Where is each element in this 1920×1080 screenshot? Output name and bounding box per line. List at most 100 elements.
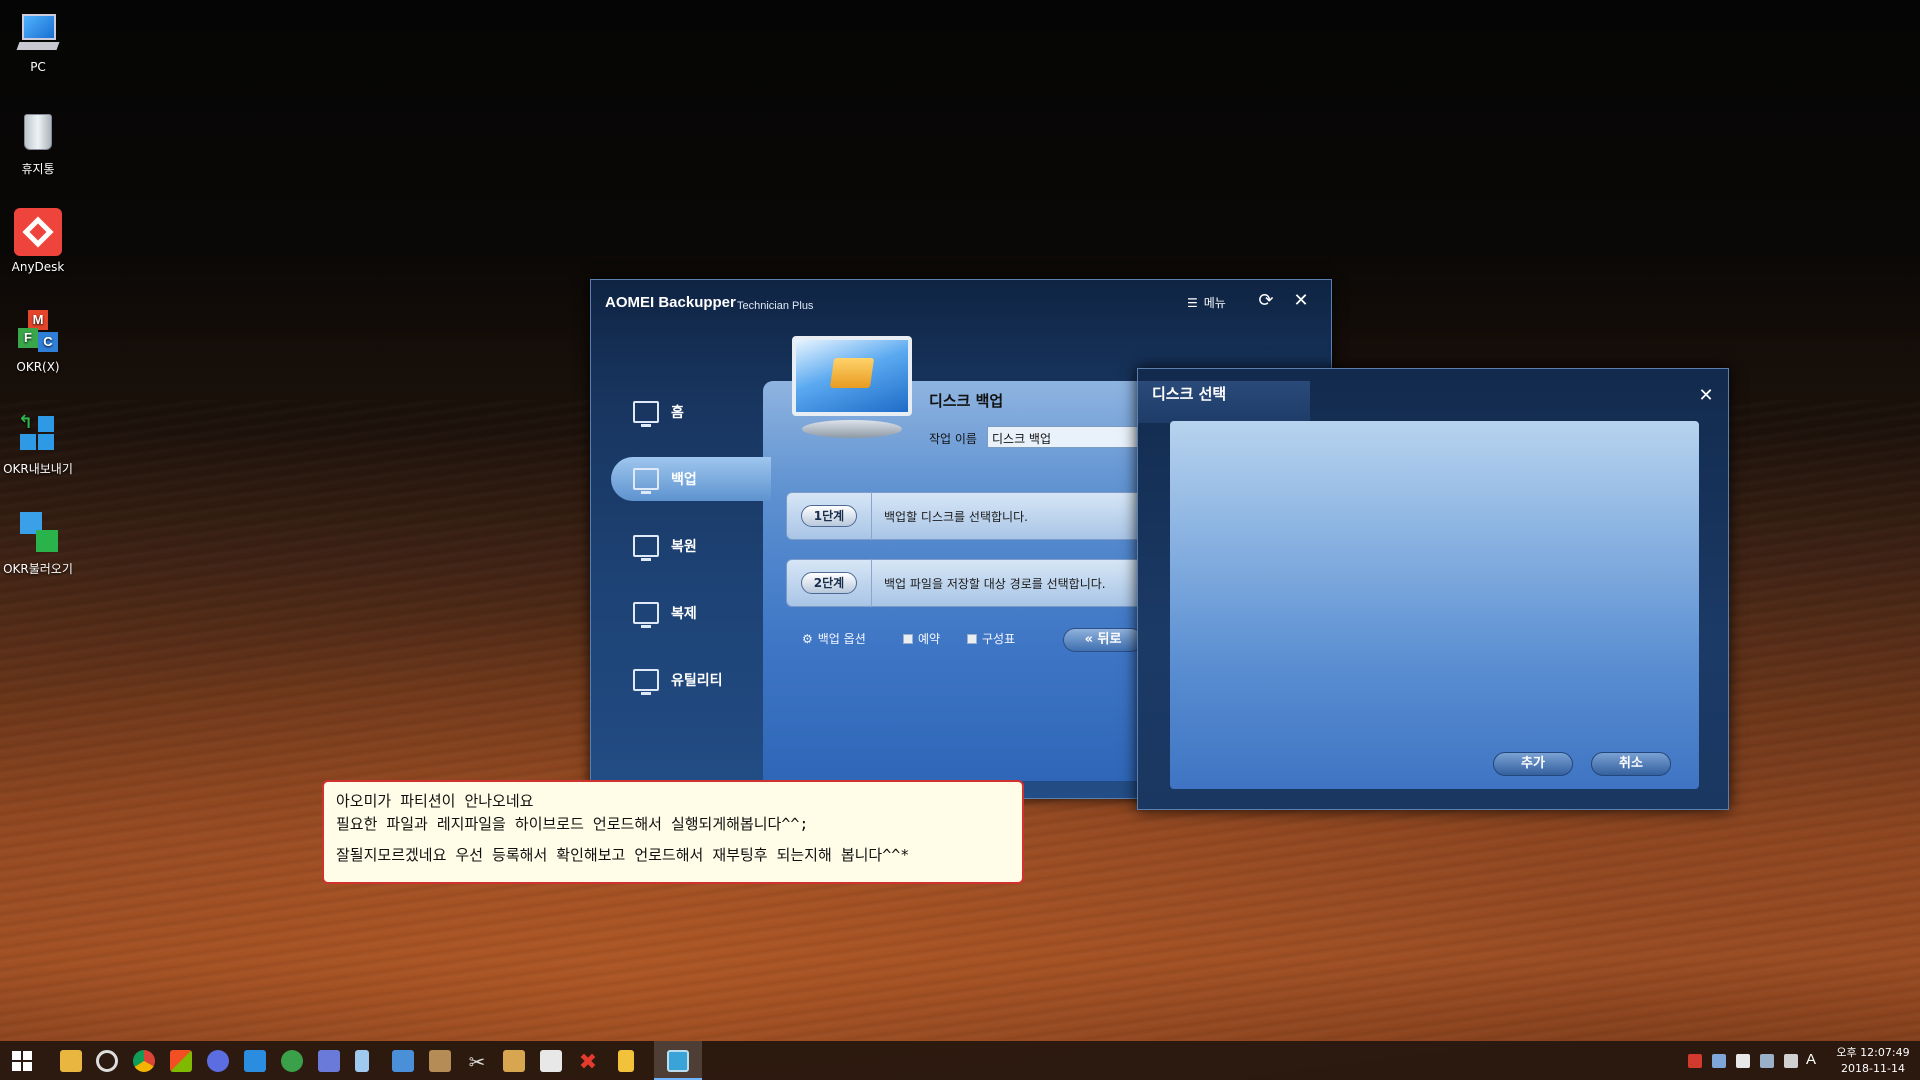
- task-name-input[interactable]: 디스크 백업: [987, 426, 1147, 448]
- tray-network-icon[interactable]: [1712, 1054, 1726, 1068]
- windows-start-icon[interactable]: [12, 1051, 32, 1071]
- window-icon[interactable]: [392, 1050, 414, 1072]
- taskbar-clock[interactable]: 오후 12:07:49 2018-11-14: [1830, 1045, 1916, 1077]
- disk-select-dialog: 디스크 선택 ✕ 추가 취소: [1137, 368, 1729, 810]
- sidebar-item-home[interactable]: 홈: [611, 390, 761, 434]
- disk-list-panel[interactable]: [1170, 421, 1699, 789]
- disk-backup-monitor-icon: [792, 336, 912, 448]
- menu-label: 메뉴: [1203, 296, 1226, 310]
- document-icon[interactable]: [355, 1050, 369, 1072]
- terminal-icon[interactable]: [540, 1050, 562, 1072]
- checkbox-box: [967, 633, 977, 644]
- refresh-icon[interactable]: ⟳: [1255, 290, 1277, 312]
- desktop-icon-okr-x[interactable]: M F C OKR(X): [0, 308, 76, 374]
- back-button[interactable]: « 뒤로: [1063, 628, 1143, 652]
- desktop-icon-okr-export[interactable]: ↰ OKR내보내기: [0, 408, 76, 477]
- utilities-icon: [633, 669, 659, 695]
- note-line: 아오미가 파티션이 안나오네요: [336, 792, 534, 810]
- anydesk-icon: [14, 208, 62, 256]
- divider: [871, 559, 872, 607]
- sidebar-item-restore[interactable]: 복원: [611, 524, 761, 568]
- clock-time: 오후 12:07:49: [1836, 1046, 1910, 1059]
- step-1-row[interactable]: 1단계 백업할 디스크를 선택합니다.: [786, 492, 1166, 540]
- app-icon[interactable]: [244, 1050, 266, 1072]
- gear-icon: ⚙: [802, 631, 813, 646]
- divider: [871, 492, 872, 540]
- desktop-icon-label: OKR내보내기: [3, 462, 73, 476]
- scheme-label: 구성표: [982, 632, 1016, 646]
- app-title: AOMEI Backupper: [605, 294, 736, 311]
- notes-icon[interactable]: [618, 1050, 634, 1072]
- back-label: 뒤로: [1097, 632, 1122, 647]
- add-button[interactable]: 추가: [1493, 752, 1573, 776]
- pc-icon: [14, 8, 62, 56]
- note-line: 필요한 파일과 레지파일을 하이브로드 언로드해서 실행되게해봅니다^^;: [336, 815, 809, 833]
- clone-icon: [633, 602, 659, 628]
- app-edition: Technician Plus: [737, 300, 814, 312]
- note-line: 잘될지모르겠네요 우선 등록해서 확인해보고 언로드해서 재부팅후 되는지해 봅…: [336, 846, 910, 864]
- recycle-bin-icon: [14, 108, 62, 156]
- archive-icon[interactable]: [503, 1050, 525, 1072]
- annotation-note: 아오미가 파티션이 안나오네요 필요한 파일과 레지파일을 하이브로드 언로드해…: [322, 780, 1024, 884]
- sidebar-item-label: 유틸리티: [671, 673, 723, 689]
- task-name-label: 작업 이름: [929, 432, 977, 446]
- sidebar-item-clone[interactable]: 복제: [611, 591, 761, 635]
- sidebar-item-utilities[interactable]: 유틸리티: [611, 658, 761, 702]
- browser-icon[interactable]: [207, 1050, 229, 1072]
- scheme-checkbox[interactable]: 구성표: [967, 630, 1015, 647]
- close-icon[interactable]: ✕: [1290, 290, 1312, 312]
- tray-monitor-icon[interactable]: [1760, 1054, 1774, 1068]
- step-2-text: 백업 파일을 저장할 대상 경로를 선택합니다.: [884, 576, 1106, 591]
- desktop-icon-recycle-bin[interactable]: 휴지통: [0, 108, 76, 177]
- tray-alert-icon[interactable]: [1688, 1054, 1702, 1068]
- chrome-icon[interactable]: [133, 1050, 155, 1072]
- backup-options-link[interactable]: ⚙ 백업 옵션: [802, 630, 866, 647]
- menu-button[interactable]: ☰ 메뉴: [1187, 294, 1226, 311]
- sidebar-item-label: 백업: [671, 472, 697, 488]
- backup-options-label: 백업 옵션: [817, 632, 866, 646]
- export-icon: ↰: [14, 408, 62, 456]
- desktop-icon-pc[interactable]: PC: [0, 8, 76, 74]
- globe-icon[interactable]: [281, 1050, 303, 1072]
- double-chevron-left-icon: «: [1084, 632, 1093, 647]
- network-icon[interactable]: [318, 1050, 340, 1072]
- okr-icon: M F C: [14, 308, 62, 356]
- sidebar-item-label: 복원: [671, 539, 697, 555]
- step-1-text: 백업할 디스크를 선택합니다.: [884, 509, 1028, 524]
- volume-icon[interactable]: [1784, 1054, 1798, 1068]
- backup-icon: [633, 468, 659, 494]
- step-2-row[interactable]: 2단계 백업 파일을 저장할 대상 경로를 선택합니다.: [786, 559, 1166, 607]
- settings-circle-icon[interactable]: [96, 1050, 118, 1072]
- import-icon: [14, 508, 62, 556]
- desktop-icon-okr-import[interactable]: OKR불러오기: [0, 508, 76, 577]
- checkbox-box: [903, 633, 913, 644]
- step-1-badge: 1단계: [801, 505, 857, 527]
- task-title: 디스크 백업: [929, 392, 1004, 410]
- sidebar-item-backup[interactable]: 백업: [611, 457, 771, 501]
- desktop-icon-label: PC: [30, 60, 46, 74]
- close-icon[interactable]: ✕: [1696, 385, 1716, 406]
- tool-icon[interactable]: [429, 1050, 451, 1072]
- store-icon[interactable]: [170, 1050, 192, 1072]
- scissors-icon[interactable]: ✂: [466, 1050, 488, 1074]
- taskbar: ✂ ✖ A 오후 12:07:49 2018-11-14: [0, 1041, 1920, 1080]
- list-icon: ☰: [1187, 295, 1198, 310]
- desktop-icon-label: 휴지통: [21, 162, 55, 176]
- home-icon: [633, 401, 659, 427]
- file-explorer-icon[interactable]: [60, 1050, 82, 1072]
- aomei-icon[interactable]: [667, 1050, 689, 1072]
- desktop-icon-label: OKR(X): [16, 360, 60, 374]
- sidebar-item-label: 복제: [671, 606, 697, 622]
- tray-cloud-icon[interactable]: [1736, 1054, 1750, 1068]
- sidebar-item-label: 홈: [671, 405, 684, 421]
- step-2-badge: 2단계: [801, 572, 857, 594]
- schedule-checkbox[interactable]: 예약: [903, 630, 940, 647]
- red-x-icon[interactable]: ✖: [577, 1050, 599, 1075]
- desktop-icon-label: OKR불러오기: [3, 562, 73, 576]
- clock-date: 2018-11-14: [1841, 1062, 1905, 1075]
- cancel-button[interactable]: 취소: [1591, 752, 1671, 776]
- desktop-icon-anydesk[interactable]: AnyDesk: [0, 208, 76, 274]
- schedule-label: 예약: [918, 632, 941, 646]
- restore-icon: [633, 535, 659, 561]
- ime-indicator[interactable]: A: [1806, 1051, 1816, 1068]
